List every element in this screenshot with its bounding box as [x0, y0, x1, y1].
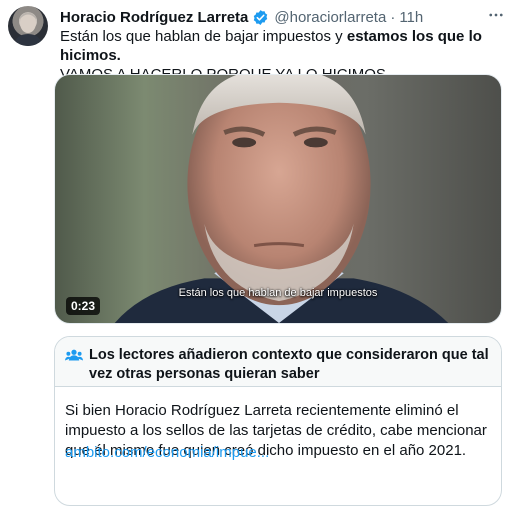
tweet-text-part1: Están los que hablan de bajar impuestos … — [60, 28, 347, 45]
tweet-header: Horacio Rodríguez Larreta @horaciorlarre… — [60, 7, 508, 27]
display-name[interactable]: Horacio Rodríguez Larreta — [60, 9, 248, 26]
avatar-image — [13, 12, 43, 46]
separator-dot: · — [390, 8, 396, 26]
timestamp[interactable]: 11h — [399, 9, 423, 26]
community-note-title: Los lectores añadieron contexto que cons… — [89, 347, 489, 382]
video-subtitle: Están los que hablan de bajar impuestos — [178, 287, 378, 299]
community-note-header: Los lectores añadieron contexto que cons… — [55, 337, 501, 387]
video-duration-badge: 0:23 — [66, 297, 101, 315]
more-horizontal-icon[interactable] — [484, 6, 508, 29]
community-note: Los lectores añadieron contexto que cons… — [54, 336, 502, 506]
video-thumbnail — [114, 75, 449, 323]
avatar[interactable] — [8, 6, 48, 46]
people-icon — [65, 349, 83, 361]
verified-badge-icon[interactable] — [252, 9, 269, 26]
community-note-source-link[interactable]: ambito.com/economia/impue... — [65, 444, 269, 461]
video-player[interactable]: Están los que hablan de bajar impuestos … — [54, 74, 502, 324]
handle[interactable]: @horaciorlarreta — [274, 9, 386, 26]
